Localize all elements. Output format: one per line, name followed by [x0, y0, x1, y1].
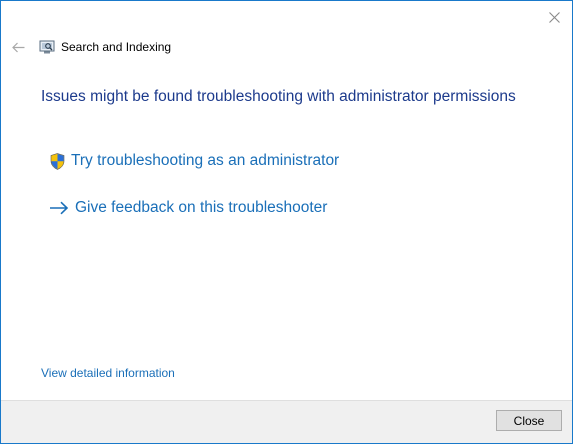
run-as-admin-option[interactable]: Try troubleshooting as an administrator	[48, 151, 339, 171]
give-feedback-label: Give feedback on this troubleshooter	[75, 199, 328, 216]
search-indexing-icon	[39, 39, 55, 55]
app-title: Search and Indexing	[61, 40, 172, 54]
arrow-right-icon	[48, 198, 70, 218]
window-close-button[interactable]	[544, 7, 564, 27]
close-button[interactable]: Close	[496, 410, 562, 431]
page-heading: Issues might be found troubleshooting wi…	[41, 88, 516, 105]
back-arrow-icon	[11, 42, 24, 52]
troubleshooter-window: Search and Indexing Issues might be foun…	[0, 0, 573, 444]
run-as-admin-label: Try troubleshooting as an administrator	[71, 152, 340, 169]
title-bar: Search and Indexing	[9, 37, 171, 57]
back-button[interactable]	[9, 38, 27, 56]
give-feedback-option[interactable]: Give feedback on this troubleshooter	[48, 198, 327, 218]
footer-bar: Close	[1, 400, 572, 443]
uac-shield-icon	[48, 151, 66, 171]
view-details-link[interactable]: View detailed information	[41, 366, 175, 380]
close-icon	[548, 11, 560, 23]
